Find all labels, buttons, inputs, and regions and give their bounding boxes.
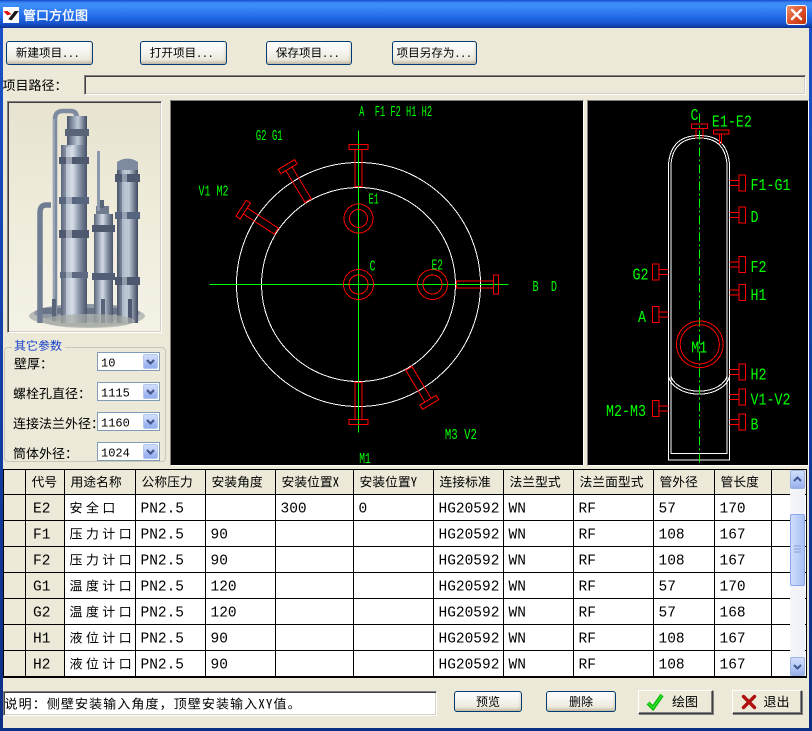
- svg-text:90: 90: [211, 554, 228, 570]
- svg-text:57: 57: [659, 502, 676, 518]
- svg-text:167: 167: [720, 528, 746, 544]
- svg-text:HG20592: HG20592: [439, 632, 500, 648]
- svg-text:HG20592: HG20592: [439, 580, 500, 596]
- svg-text:1024: 1024: [101, 447, 130, 461]
- svg-text:1160: 1160: [101, 417, 130, 431]
- svg-text:WN: WN: [509, 580, 526, 596]
- svg-text:167: 167: [720, 554, 746, 570]
- svg-text:WN: WN: [509, 632, 526, 648]
- svg-text:RF: RF: [579, 606, 596, 622]
- svg-text:120: 120: [211, 606, 237, 622]
- svg-text:300: 300: [281, 502, 307, 518]
- svg-text:108: 108: [659, 528, 685, 544]
- svg-text:1115: 1115: [101, 387, 130, 401]
- svg-text:RF: RF: [579, 528, 596, 544]
- svg-text:WN: WN: [509, 658, 526, 674]
- svg-text:90: 90: [211, 528, 228, 544]
- svg-text:0: 0: [359, 502, 368, 518]
- svg-text:120: 120: [211, 580, 237, 596]
- svg-text:PN2.5: PN2.5: [141, 632, 185, 648]
- svg-text:57: 57: [659, 606, 676, 622]
- svg-text:57: 57: [659, 580, 676, 596]
- svg-text:167: 167: [720, 632, 746, 648]
- svg-text:H2: H2: [33, 658, 50, 674]
- svg-text:HG20592: HG20592: [439, 502, 500, 518]
- svg-text:PN2.5: PN2.5: [141, 658, 185, 674]
- svg-text:WN: WN: [509, 528, 526, 544]
- svg-text:HG20592: HG20592: [439, 606, 500, 622]
- svg-text:G1: G1: [33, 580, 50, 596]
- svg-text:RF: RF: [579, 580, 596, 596]
- svg-text:RF: RF: [579, 658, 596, 674]
- svg-text:RF: RF: [579, 502, 596, 518]
- svg-text:PN2.5: PN2.5: [141, 528, 185, 544]
- svg-text:PN2.5: PN2.5: [141, 580, 185, 596]
- svg-text:108: 108: [659, 632, 685, 648]
- svg-text:170: 170: [720, 502, 746, 518]
- svg-text:WN: WN: [509, 502, 526, 518]
- svg-text:108: 108: [659, 554, 685, 570]
- svg-text:PN2.5: PN2.5: [141, 554, 185, 570]
- svg-text:PN2.5: PN2.5: [141, 606, 185, 622]
- svg-text:HG20592: HG20592: [439, 658, 500, 674]
- svg-text:108: 108: [659, 658, 685, 674]
- svg-text:WN: WN: [509, 606, 526, 622]
- svg-text:H1: H1: [33, 632, 50, 648]
- svg-text:168: 168: [720, 606, 746, 622]
- svg-text:HG20592: HG20592: [439, 554, 500, 570]
- svg-text:E2: E2: [33, 502, 50, 518]
- svg-text:F1: F1: [33, 528, 50, 544]
- svg-text:PN2.5: PN2.5: [141, 502, 185, 518]
- svg-text:170: 170: [720, 580, 746, 596]
- svg-text:HG20592: HG20592: [439, 528, 500, 544]
- svg-text:10: 10: [101, 357, 115, 371]
- svg-text:90: 90: [211, 632, 228, 648]
- svg-text:90: 90: [211, 658, 228, 674]
- svg-text:F2: F2: [33, 554, 50, 570]
- svg-text:WN: WN: [509, 554, 526, 570]
- svg-text:G2: G2: [33, 606, 50, 622]
- svg-text:RF: RF: [579, 554, 596, 570]
- svg-text:RF: RF: [579, 632, 596, 648]
- svg-text:167: 167: [720, 658, 746, 674]
